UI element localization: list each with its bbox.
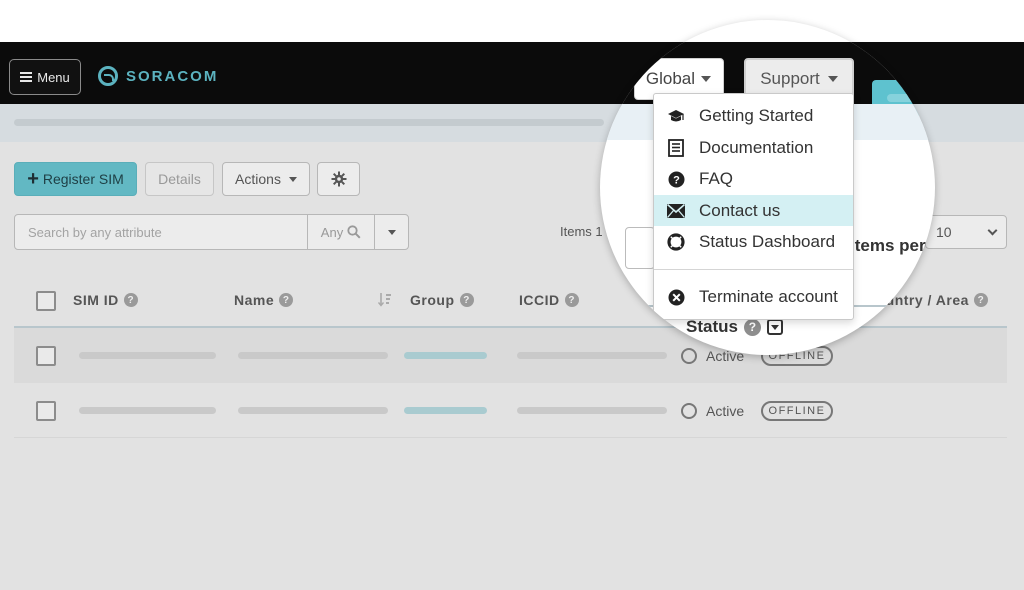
details-button[interactable]: Details: [145, 162, 214, 196]
menu-item-contact-us[interactable]: Contact us: [654, 195, 853, 226]
actions-label: Actions: [235, 171, 281, 187]
hamburger-icon: [20, 72, 33, 82]
menu-divider: [654, 269, 853, 270]
status-header-label: Status: [686, 317, 738, 336]
caret-down-icon: [288, 176, 297, 182]
group-header-label: Group: [410, 292, 455, 308]
help-icon[interactable]: ?: [743, 318, 761, 336]
graduation-cap-icon: [667, 107, 685, 125]
svg-text:?: ?: [673, 174, 680, 186]
sim-id-placeholder: [79, 352, 216, 359]
column-header-name[interactable]: Name ?: [234, 292, 294, 308]
register-sim-label: Register SIM: [42, 171, 124, 187]
help-icon[interactable]: ?: [123, 293, 138, 307]
group-placeholder: [404, 407, 487, 414]
status-filter-icon[interactable]: [766, 319, 783, 335]
column-header-sim-id[interactable]: SIM ID ?: [73, 292, 138, 308]
support-dropdown-menu: Getting Started Documentation ? FAQ Cont…: [653, 93, 854, 320]
menu-item-status-dashboard[interactable]: Status Dashboard: [654, 226, 853, 257]
plus-icon: +: [27, 168, 39, 190]
name-header-label: Name: [234, 292, 275, 308]
column-header-group[interactable]: Group ?: [410, 292, 474, 308]
settings-button[interactable]: [317, 162, 360, 196]
menu-item-faq[interactable]: ? FAQ: [654, 163, 853, 194]
menu-item-label: Terminate account: [699, 286, 838, 306]
question-circle-icon: ?: [667, 170, 685, 188]
status-text: Active: [706, 403, 745, 419]
help-icon[interactable]: ?: [279, 293, 294, 307]
status-radio: [681, 348, 697, 364]
row-checkbox[interactable]: [36, 346, 56, 366]
menu-item-getting-started[interactable]: Getting Started: [654, 100, 853, 131]
menu-item-terminate-account[interactable]: Terminate account: [654, 281, 853, 312]
menu-item-documentation[interactable]: Documentation: [654, 132, 853, 163]
caret-down-icon: [387, 229, 396, 235]
iccid-header-label: ICCID: [519, 292, 560, 308]
actions-button[interactable]: Actions: [222, 162, 310, 196]
items-count-fragment: [600, 220, 605, 240]
magnifier-callout: Global Support items per Status ? Gettin…: [600, 20, 935, 355]
top-margin: [0, 0, 1024, 42]
menu-label: Menu: [37, 69, 70, 85]
search-input[interactable]: [15, 215, 307, 249]
chevron-down-icon: [987, 225, 998, 236]
soracom-logo[interactable]: SORACOM: [98, 64, 218, 88]
group-placeholder: [404, 352, 487, 359]
menu-item-label: FAQ: [699, 168, 734, 188]
search-group: Any: [14, 214, 409, 250]
iccid-placeholder: [517, 407, 667, 414]
column-header-iccid[interactable]: ICCID ?: [519, 292, 579, 308]
envelope-icon: [667, 202, 685, 220]
menu-item-label: Documentation: [699, 137, 814, 157]
search-scope-label: Any: [320, 224, 344, 240]
menu-item-label: Contact us: [699, 200, 781, 220]
per-page-value: 10: [936, 224, 952, 240]
sim-id-placeholder: [79, 407, 216, 414]
caret-down-icon: [701, 76, 711, 82]
iccid-placeholder: [517, 352, 667, 359]
register-sim-button[interactable]: + Register SIM: [14, 162, 137, 196]
close-circle-icon: [667, 288, 685, 306]
search-icon: [347, 225, 361, 239]
life-ring-icon: [667, 233, 685, 251]
sort-icon[interactable]: [378, 292, 392, 307]
breadcrumb-placeholder: [14, 119, 604, 126]
help-icon[interactable]: ?: [564, 293, 579, 307]
brand-name: SORACOM: [126, 67, 219, 85]
gear-icon: [331, 171, 346, 187]
row-checkbox[interactable]: [36, 401, 56, 421]
refresh-button[interactable]: [625, 227, 655, 269]
per-page-label: items per: [850, 236, 926, 255]
name-placeholder: [238, 352, 388, 359]
help-icon[interactable]: ?: [459, 293, 474, 307]
status-column-header[interactable]: Status ?: [686, 317, 783, 337]
support-label: Support: [760, 69, 820, 88]
menu-button[interactable]: Menu: [9, 59, 81, 95]
items-count: Items 1: [560, 224, 603, 239]
search-scope-button[interactable]: Any: [307, 215, 374, 249]
select-all-checkbox[interactable]: [36, 291, 56, 311]
details-label: Details: [158, 171, 201, 187]
document-list-icon: [667, 139, 685, 157]
menu-item-label: Getting Started: [699, 105, 814, 125]
menu-item-label: Status Dashboard: [699, 231, 836, 251]
search-options-dropdown[interactable]: [374, 215, 408, 249]
caret-down-icon: [827, 76, 838, 82]
account-placeholder: [887, 94, 935, 102]
soracom-logo-icon: [98, 66, 118, 86]
per-page-select[interactable]: 10: [925, 215, 1007, 249]
status-badge: OFFLINE: [761, 401, 833, 421]
status-radio: [681, 403, 697, 419]
global-label: Global: [645, 69, 695, 88]
help-icon[interactable]: ?: [973, 293, 988, 307]
name-placeholder: [238, 407, 388, 414]
sim-id-header-label: SIM ID: [73, 292, 119, 308]
